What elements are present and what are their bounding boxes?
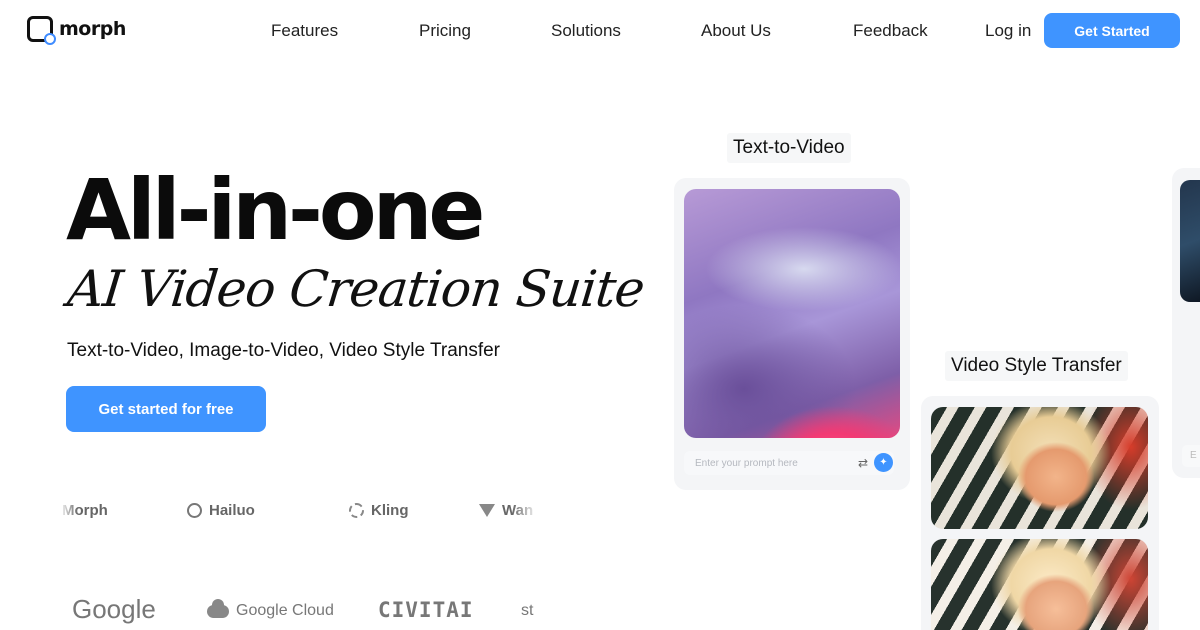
morph-logo-icon <box>27 16 56 45</box>
hailuo-icon <box>187 503 202 518</box>
partial-card-preview[interactable] <box>1180 180 1200 302</box>
hero-subtitle: Text-to-Video, Image-to-Video, Video Sty… <box>67 340 501 361</box>
nav-link-features[interactable]: Features <box>271 21 338 41</box>
fade-left <box>60 497 78 525</box>
style-transfer-source-image[interactable] <box>931 407 1148 529</box>
get-started-button[interactable]: Get Started <box>1044 13 1180 48</box>
partner-logo-google: Google <box>72 594 156 625</box>
partner-name: Google Cloud <box>236 602 334 619</box>
sparkle-icon[interactable]: ✦ <box>874 453 893 472</box>
partial-prompt-input[interactable]: E <box>1182 445 1200 467</box>
prompt-placeholder: Enter your prompt here <box>695 457 798 469</box>
partner-logo-partial: st <box>521 602 533 620</box>
sliders-icon[interactable]: ⇄ <box>858 456 868 470</box>
model-name: Kling <box>371 502 409 519</box>
prompt-input[interactable]: Enter your prompt here ⇄ ✦ <box>684 451 894 475</box>
model-name: Hailuo <box>209 502 255 519</box>
hero-script-title: AI Video Creation Suite <box>65 260 647 318</box>
partner-name: CIVITAI <box>378 598 474 622</box>
brand-name: morph <box>59 18 126 40</box>
nav-link-solutions[interactable]: Solutions <box>551 21 621 41</box>
nav-link-pricing[interactable]: Pricing <box>419 21 471 41</box>
partner-logo-civitai: CIVITAI <box>378 598 474 622</box>
login-link[interactable]: Log in <box>985 21 1031 41</box>
cloud-icon <box>207 598 229 618</box>
text-to-video-preview[interactable] <box>684 189 900 438</box>
fade-right <box>512 497 538 525</box>
video-style-transfer-label: Video Style Transfer <box>945 351 1128 381</box>
partner-name: st <box>521 602 534 619</box>
model-logo-strip: Morph Hailuo Kling Wan <box>60 497 538 525</box>
nav-link-about-us[interactable]: About Us <box>701 21 771 41</box>
top-navigation: morph Features Pricing Solutions About U… <box>0 0 1200 62</box>
hero-title: All-in-one <box>66 161 485 259</box>
partner-logo-google-cloud: Google Cloud <box>207 598 334 620</box>
text-to-video-label: Text-to-Video <box>727 133 851 163</box>
model-logo-hailuo: Hailuo <box>187 502 255 519</box>
nav-link-feedback[interactable]: Feedback <box>853 21 928 41</box>
get-started-free-button[interactable]: Get started for free <box>66 386 266 432</box>
kling-icon <box>349 503 364 518</box>
wan-icon <box>479 504 495 517</box>
model-logo-kling: Kling <box>349 502 409 519</box>
brand-logo[interactable]: morph <box>27 16 126 45</box>
style-transfer-result-image[interactable] <box>931 539 1148 630</box>
partner-logo-strip: Google Google Cloud CIVITAI st <box>60 594 538 630</box>
partner-name: Google <box>72 594 156 624</box>
